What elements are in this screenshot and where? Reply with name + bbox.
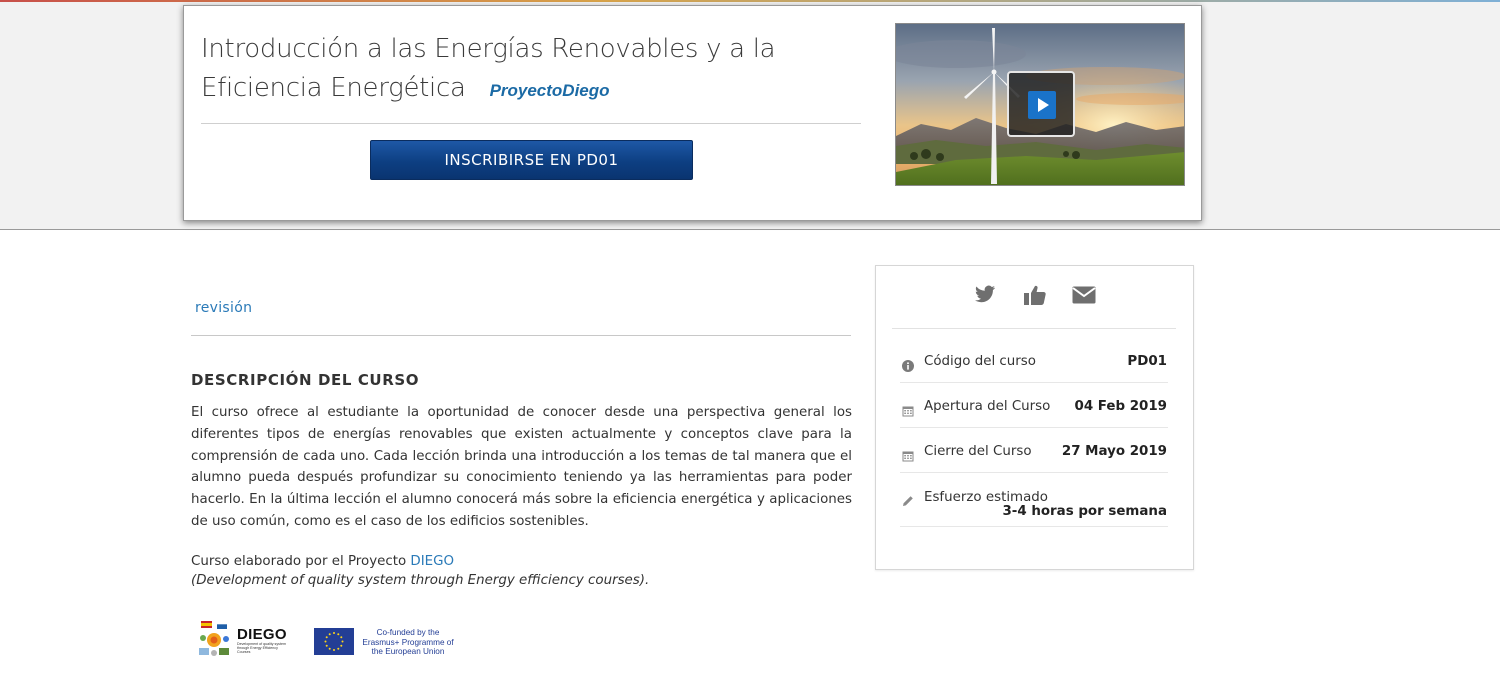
course-organization[interactable]: ProyectoDiego	[490, 81, 610, 100]
content-divider	[191, 335, 851, 336]
review-link[interactable]: revisión	[195, 300, 252, 316]
diego-project-link[interactable]: DIEGO	[410, 554, 454, 569]
calendar-icon	[902, 406, 914, 417]
diego-project-fullname: (Development of quality system through E…	[191, 573, 650, 588]
info-row-course-start: Apertura del Curso 04 Feb 2019	[900, 383, 1168, 428]
info-row-estimated-effort: Esfuerzo estimado 3-4 horas por semana	[900, 473, 1168, 527]
play-icon	[1028, 91, 1056, 119]
info-label: Esfuerzo estimado	[924, 490, 1048, 505]
erasmus-eu-logo: Co-funded by the Erasmus+ Programme of t…	[314, 627, 454, 659]
info-label: Apertura del Curso	[924, 399, 1051, 414]
info-row-course-end: Cierre del Curso 27 Mayo 2019	[900, 428, 1168, 473]
eu-flag-icon	[314, 628, 354, 655]
diego-tagline: Development of quality system through En…	[237, 642, 286, 655]
info-value: PD01	[1127, 354, 1167, 369]
envelope-icon[interactable]	[1072, 284, 1096, 306]
course-video-thumbnail[interactable]	[895, 23, 1185, 186]
pencil-icon	[903, 496, 913, 506]
eu-cofunding-text: Co-funded by the Erasmus+ Programme of t…	[362, 628, 454, 657]
course-description-text: El curso ofrece al estudiante la oportun…	[191, 405, 852, 529]
info-value: 04 Feb 2019	[1074, 399, 1168, 414]
info-row-course-code: Código del curso PD01	[900, 346, 1168, 383]
twitter-icon[interactable]	[973, 284, 997, 306]
course-hero-card: Introducción a las Energías Renovables y…	[183, 5, 1202, 221]
credit-prefix: Curso elaborado por el Proyecto	[191, 554, 411, 569]
course-description-heading: DESCRIPCIÓN DEL CURSO	[191, 371, 420, 389]
calendar-icon	[902, 451, 914, 462]
info-icon	[902, 360, 914, 372]
share-links	[876, 284, 1193, 308]
enroll-button[interactable]: INSCRIBIRSE EN PD01	[370, 140, 693, 180]
share-divider	[892, 328, 1176, 329]
info-value: 3-4 horas por semana	[1002, 504, 1167, 519]
info-label: Cierre del Curso	[924, 444, 1032, 459]
thumbs-up-icon[interactable]	[1023, 284, 1047, 306]
info-label: Código del curso	[924, 354, 1036, 369]
video-play-button[interactable]	[1007, 71, 1075, 137]
diego-wordmark: DIEGO	[237, 626, 287, 643]
course-title: Introducción a las Energías Renovables y…	[201, 30, 861, 110]
course-info-sidebar: Código del curso PD01 Apertura del Curso…	[875, 265, 1194, 570]
diego-emblem-icon	[199, 621, 229, 656]
course-title-text: Introducción a las Energías Renovables y…	[201, 34, 776, 103]
diego-logo: DIEGO Development of quality system thro…	[197, 620, 289, 660]
info-value: 27 Mayo 2019	[1061, 444, 1167, 459]
course-credit-line: Curso elaborado por el Proyecto DIEGO	[191, 551, 454, 573]
hero-divider	[201, 123, 861, 124]
